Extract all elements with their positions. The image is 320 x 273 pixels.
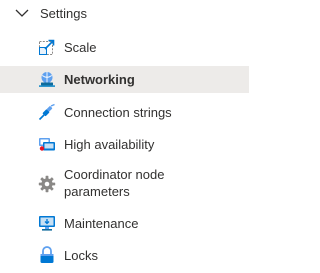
nav-item-label: Networking xyxy=(64,72,135,87)
nav-item-scale[interactable]: Scale xyxy=(0,34,249,60)
settings-group-header[interactable]: Settings xyxy=(0,0,249,28)
nav-item-coordinator-node-parameters[interactable]: Coordinator node parameters xyxy=(0,163,249,203)
lock-icon xyxy=(38,246,56,264)
nav-item-label: Connection strings xyxy=(64,105,172,120)
nav-item-label: Coordinator node parameters xyxy=(64,167,165,199)
settings-nav: Settings Scale Networking Connection str… xyxy=(0,0,249,273)
scale-icon xyxy=(38,38,56,56)
nav-item-locks[interactable]: Locks xyxy=(0,242,249,268)
nav-item-maintenance[interactable]: Maintenance xyxy=(0,210,249,236)
nav-item-networking[interactable]: Networking xyxy=(0,66,249,93)
nav-item-label: Maintenance xyxy=(64,216,139,231)
chevron-down-icon xyxy=(15,9,29,17)
maintenance-icon xyxy=(38,214,56,232)
nav-item-label: High availability xyxy=(64,137,155,152)
settings-group-label: Settings xyxy=(40,6,87,21)
nav-item-label: Scale xyxy=(64,40,97,55)
networking-icon xyxy=(38,70,56,88)
nav-item-high-availability[interactable]: High availability xyxy=(0,131,249,157)
connection-strings-icon xyxy=(38,103,56,121)
high-availability-icon xyxy=(38,135,56,153)
nav-item-label: Locks xyxy=(64,248,98,263)
nav-item-connection-strings[interactable]: Connection strings xyxy=(0,99,249,125)
gear-icon xyxy=(38,175,56,193)
